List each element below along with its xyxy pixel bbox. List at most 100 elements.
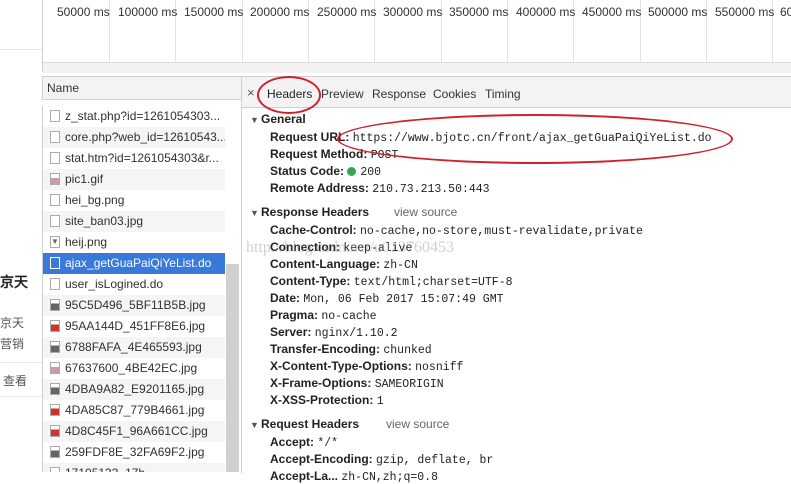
header-row: Status Code: 200 xyxy=(270,164,381,179)
request-row[interactable]: z_stat.php?id=1261054303... xyxy=(43,106,225,127)
request-name: 95C5D496_5BF11B5B.jpg xyxy=(65,298,206,312)
request-row[interactable]: pic1.gif xyxy=(43,169,225,190)
script-file-icon xyxy=(50,131,60,143)
header-row: Content-Language: zh-CN xyxy=(270,257,418,272)
script-file-icon xyxy=(50,152,60,164)
header-key: Content-Type: xyxy=(270,274,351,288)
divider xyxy=(0,362,42,363)
request-name: ajax_getGuaPaiQiYeList.do xyxy=(65,256,212,270)
header-value: text/html;charset=UTF-8 xyxy=(353,276,513,289)
image-file-icon xyxy=(50,362,60,374)
header-value: zh-CN,zh;q=0.8 xyxy=(341,471,438,484)
request-list-scrollbar[interactable] xyxy=(226,264,239,472)
document-file-icon xyxy=(50,278,60,290)
script-file-icon xyxy=(50,110,60,122)
tab-timing[interactable]: Timing xyxy=(485,87,521,101)
request-name: core.php?web_id=12610543... xyxy=(65,130,225,144)
request-row[interactable]: 4DA85C87_779B4661.jpg xyxy=(43,400,225,421)
timeline-tick-label: 50000 ms xyxy=(57,5,110,19)
request-row[interactable]: 4DBA9A82_E9201165.jpg xyxy=(43,379,225,400)
request-row[interactable]: stat.htm?id=1261054303&r... xyxy=(43,148,225,169)
underlying-page-strip: 京天 京天 营销 查看 xyxy=(0,0,42,472)
timeline-tick-label: 100000 ms xyxy=(118,5,178,19)
tab-response[interactable]: Response xyxy=(372,87,426,101)
header-row: Cache-Control: no-cache,no-store,must-re… xyxy=(270,223,643,238)
header-key: Remote Address: xyxy=(270,181,369,195)
request-row[interactable]: 4D8C45F1_96A661CC.jpg xyxy=(43,421,225,442)
header-value: 200 xyxy=(360,166,382,179)
tab-preview[interactable]: Preview xyxy=(321,87,364,101)
detail-tab-bar: × Headers Preview Response Cookies Timin… xyxy=(242,77,791,108)
header-key: Request Method: xyxy=(270,147,368,161)
image-file-icon xyxy=(50,341,60,353)
header-row: Accept-Encoding: gzip, deflate, br xyxy=(270,452,493,467)
view-source-link[interactable]: view source xyxy=(394,205,457,219)
header-value: SAMEORIGIN xyxy=(374,378,444,391)
header-row: Accept-La... zh-CN,zh;q=0.8 xyxy=(270,469,438,484)
request-name: site_ban03.jpg xyxy=(65,214,144,228)
header-key: X-Frame-Options: xyxy=(270,376,372,390)
request-row[interactable]: 67637600_4BE42EC.jpg xyxy=(43,358,225,379)
close-icon[interactable]: × xyxy=(247,85,255,100)
page-fragment: 京天 xyxy=(0,316,25,330)
header-row: Date: Mon, 06 Feb 2017 15:07:49 GMT xyxy=(270,291,504,306)
header-key: Accept: xyxy=(270,435,315,449)
divider xyxy=(0,49,42,50)
request-row[interactable]: site_ban03.jpg xyxy=(43,211,225,232)
header-row: X-Frame-Options: SAMEORIGIN xyxy=(270,376,444,391)
header-row: Connection: keep-alive xyxy=(270,240,412,255)
name-column-header[interactable]: Name xyxy=(42,76,241,100)
request-name: user_isLogined.do xyxy=(65,277,164,291)
response-headers-section-header[interactable]: ▼ Response Headers xyxy=(250,205,369,219)
request-name: 4DA85C87_779B4661.jpg xyxy=(65,403,205,417)
header-key: Pragma: xyxy=(270,308,319,322)
header-value: nginx/1.10.2 xyxy=(314,327,398,340)
header-value: 210.73.213.50:443 xyxy=(372,183,490,196)
request-name: z_stat.php?id=1261054303... xyxy=(65,109,221,123)
image-file-icon xyxy=(50,404,60,416)
header-value: 1 xyxy=(376,395,384,408)
header-value: chunked xyxy=(383,344,432,357)
general-section-header[interactable]: ▼ General xyxy=(250,112,306,126)
header-key: Status Code: xyxy=(270,164,345,178)
request-name: 259FDF8E_32FA69F2.jpg xyxy=(65,445,205,459)
request-row[interactable]: 95C5D496_5BF11B5B.jpg xyxy=(43,295,225,316)
header-value: nosniff xyxy=(415,361,464,374)
request-row[interactable]: ▼ heij.png xyxy=(43,232,225,253)
request-row-selected[interactable]: ajax_getGuaPaiQiYeList.do xyxy=(43,253,225,274)
header-row: X-XSS-Protection: 1 xyxy=(270,393,384,408)
request-name: 4DBA9A82_E9201165.jpg xyxy=(65,382,205,396)
image-file-icon xyxy=(50,194,60,206)
header-key: Transfer-Encoding: xyxy=(270,342,381,356)
header-key: X-XSS-Protection: xyxy=(270,393,374,407)
network-overview-timeline[interactable]: 50000 ms 100000 ms 150000 ms 200000 ms 2… xyxy=(42,0,791,73)
request-row[interactable]: core.php?web_id=12610543... xyxy=(43,127,225,148)
request-headers-section-header[interactable]: ▼ Request Headers xyxy=(250,417,359,431)
header-row: Content-Type: text/html;charset=UTF-8 xyxy=(270,274,513,289)
header-row: Remote Address: 210.73.213.50:443 xyxy=(270,181,490,196)
request-list[interactable]: z_stat.php?id=1261054303... core.php?web… xyxy=(42,106,225,472)
request-row[interactable]: 6788FAFA_4E465593.jpg xyxy=(43,337,225,358)
request-row[interactable]: 95AA144D_451FF8E6.jpg xyxy=(43,316,225,337)
view-source-link[interactable]: view source xyxy=(386,417,449,431)
request-name: 17105133_17b... xyxy=(65,463,155,472)
expand-triangle-icon: ▼ xyxy=(250,208,259,218)
tab-cookies[interactable]: Cookies xyxy=(433,87,476,101)
request-row[interactable]: 259FDF8E_32FA69F2.jpg xyxy=(43,442,225,463)
header-key: Server: xyxy=(270,325,312,339)
header-key: Accept-Encoding: xyxy=(270,452,373,466)
header-value: keep-alive xyxy=(343,242,413,255)
request-name: stat.htm?id=1261054303&r... xyxy=(65,151,219,165)
image-file-icon xyxy=(50,383,60,395)
header-key: Connection: xyxy=(270,240,340,254)
header-row: Transfer-Encoding: chunked xyxy=(270,342,432,357)
request-row[interactable]: 17105133_17b... xyxy=(43,463,225,472)
request-row[interactable]: user_isLogined.do xyxy=(43,274,225,295)
timeline-tick-label: 400000 ms xyxy=(516,5,576,19)
section-title: Response Headers xyxy=(261,205,370,219)
page-link-fragment[interactable]: 查看 xyxy=(3,372,27,389)
timeline-tick-label: 200000 ms xyxy=(250,5,310,19)
request-row[interactable]: hei_bg.png xyxy=(43,190,225,211)
header-key: Cache-Control: xyxy=(270,223,357,237)
annotation-circle-headers-tab xyxy=(257,76,321,114)
